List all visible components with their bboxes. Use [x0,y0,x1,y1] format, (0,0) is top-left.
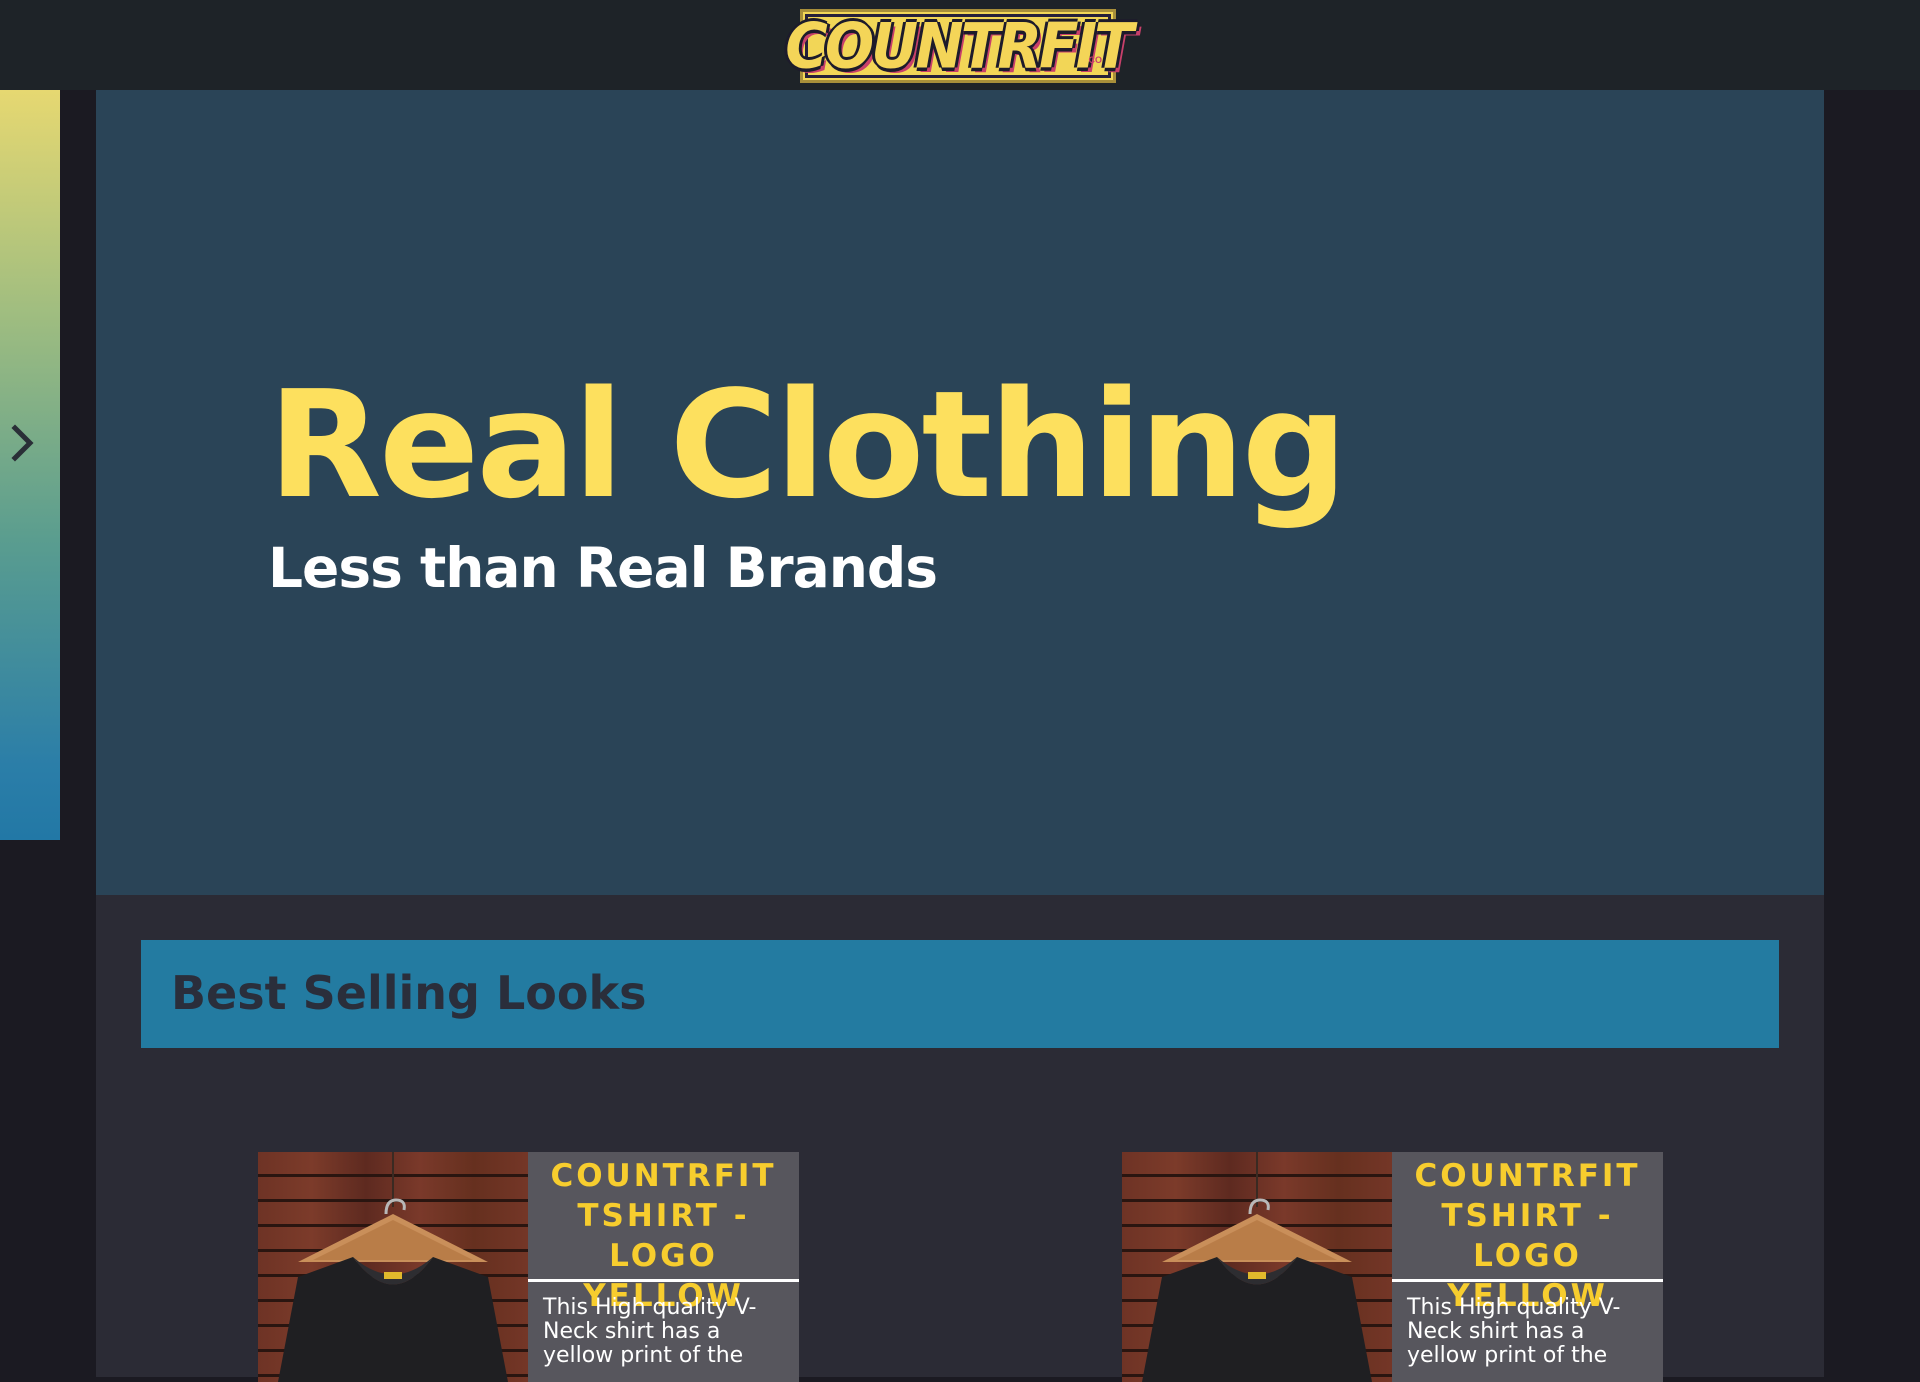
product-title[interactable]: COUNTRFIT TSHIRT - LOGO YELLOW [1392,1152,1663,1314]
hero-banner: Real Clothing Less than Real Brands [96,90,1824,895]
product-image[interactable] [258,1152,528,1382]
product-image[interactable] [1122,1152,1392,1382]
brand-logo[interactable]: COUNTRFIT CO [785,7,1134,85]
product-title[interactable]: COUNTRFIT TSHIRT - LOGO YELLOW [528,1152,799,1314]
section-header-bar: Best Selling Looks [141,940,1779,1048]
logo-sub-text: CO [1088,55,1103,65]
best-selling-section: Best Selling Looks COUNTRFIT TSHIRT - LO… [96,895,1824,1382]
hero-title: Real Clothing [268,359,1348,531]
logo-frame: COUNTRFIT CO [785,14,1134,78]
product-info-panel: COUNTRFIT TSHIRT - LOGO YELLOW This High… [1392,1152,1663,1382]
tshirt-on-hanger-image [1142,1152,1372,1382]
top-navbar: COUNTRFIT CO [0,0,1920,90]
hero-subtitle: Less than Real Brands [268,536,938,600]
product-info-panel: COUNTRFIT TSHIRT - LOGO YELLOW This High… [528,1152,799,1382]
product-card[interactable]: COUNTRFIT TSHIRT - LOGO YELLOW This High… [258,1152,799,1382]
tshirt-on-hanger-image [278,1152,508,1382]
logo-text: COUNTRFIT [785,9,1133,83]
chevron-right-icon [11,424,34,462]
product-description: This High quality V-Neck shirt has a yel… [1407,1295,1621,1368]
product-description: This High quality V-Neck shirt has a yel… [543,1295,757,1368]
product-card[interactable]: COUNTRFIT TSHIRT - LOGO YELLOW This High… [1122,1152,1663,1382]
section-title: Best Selling Looks [171,966,647,1020]
sidebar-toggle-tab[interactable] [0,90,60,840]
